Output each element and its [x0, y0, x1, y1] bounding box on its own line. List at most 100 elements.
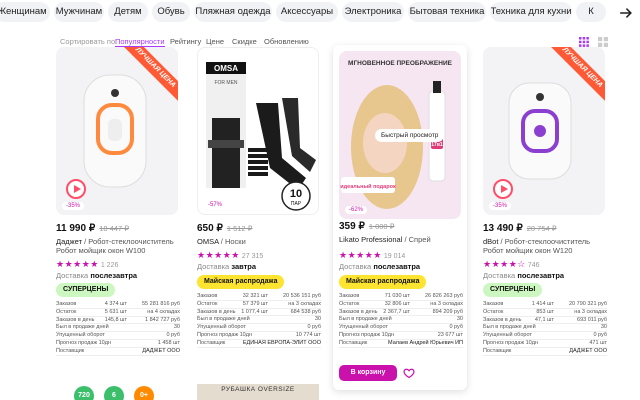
stats-row: Поставщик ЕДИНАЯ ЕВРОПА-ЭЛИТ ООО — [197, 339, 321, 348]
stats-row: Упущенный оборот 0 руб — [197, 324, 321, 332]
stats-row: Поставщик ДАДЖЕТ ООО — [483, 347, 607, 356]
sort-update[interactable]: Обновлению — [264, 37, 309, 46]
price: 359 ₽1 000 ₽ — [339, 221, 395, 232]
video-play-icon[interactable] — [66, 179, 86, 199]
product-image[interactable]: ЛУЧШАЯ ЦЕНА -35% — [483, 47, 605, 215]
stats-row: Упущенный оборот 0 руб — [56, 332, 180, 340]
category-beachwear[interactable]: Пляжная одежда — [194, 2, 272, 22]
stats-row: Заказов в день 2 367,7 шт 894 209 руб — [339, 308, 463, 317]
stats-row: Остаток 57 379 шт на 3 складах — [197, 300, 321, 309]
sort-discount[interactable]: Скидке — [232, 37, 257, 46]
old-price: 20 754 ₽ — [526, 224, 557, 233]
rating-count: 746 — [527, 262, 540, 269]
rating-count: 19 014 — [383, 253, 406, 260]
rating: ★★★★★ 19 014 — [339, 250, 405, 261]
sort-rating[interactable]: Рейтингу — [170, 37, 201, 46]
favorite-heart-icon[interactable] — [401, 365, 417, 381]
brand-logo: OMSA — [214, 64, 238, 73]
count-badge: 720 — [74, 386, 94, 400]
pic-heading: МГНОВЕННОЕ ПРЕОБРАЖЕНИЕ — [348, 60, 453, 67]
discount-badge: -62% — [345, 206, 368, 214]
product-card[interactable]: ЛУЧШАЯ ЦЕНА -35% 13 490 ₽20 754 ₽ dBot /… — [483, 47, 611, 387]
promo-badge: Майская распродажа — [339, 275, 427, 289]
delivery: Доставка послезавтра — [483, 271, 565, 280]
product-title[interactable]: dBot / Робот-стеклоочиститель Робот мойщ… — [483, 237, 609, 255]
stats-table: Заказов 4 374 шт 55 281 816 руб Остаток 5 6… — [56, 301, 180, 356]
category-home-appliances[interactable]: Бытовая техника — [408, 2, 486, 22]
rating-count: 1 226 — [100, 262, 119, 269]
stats-row: Остаток 5 631 шт на 4 складах — [56, 308, 180, 317]
pack-badge-unit: ПАР — [291, 201, 302, 207]
old-price: 1 000 ₽ — [368, 222, 395, 231]
category-men[interactable]: Мужчинам — [54, 2, 104, 22]
stats-row: Поставщик Малаев Андрей Юрьевич ИП — [339, 339, 463, 348]
promo-badge: Майская распродажа — [197, 275, 285, 289]
stats-row: Прогноз продаж 10дн 10 774 шт — [197, 331, 321, 340]
discount-badge: -35% — [489, 202, 512, 210]
sort-price[interactable]: Цене — [206, 37, 224, 46]
price: 650 ₽1 512 ₽ — [197, 223, 253, 234]
stats-row: Был в продаже дней 30 — [483, 324, 607, 333]
delivery: Доставка послезавтра — [56, 271, 138, 280]
product-title[interactable]: Даджет / Робот-стеклоочиститель Робот мо… — [56, 237, 182, 255]
product-image[interactable]: 10 ПАР OMSA FOR MEN -57% — [197, 47, 319, 215]
stats-row: Прогноз продаж 10дн 23 677 шт — [339, 331, 463, 340]
brand: Даджет — [56, 237, 83, 246]
rating-stars: ★★★★☆ — [483, 259, 526, 269]
product-image[interactable]: МГНОВЕННОЕ ПРЕОБРАЖЕНИЕ 17в1 идеальный п… — [339, 51, 461, 219]
promo-badge: СУПЕРЦЕНЫ — [56, 283, 116, 297]
category-shoes[interactable]: Обувь — [152, 2, 190, 22]
product-name: Робот-стеклоочиститель Робот мойщик окон… — [483, 237, 591, 255]
stats-row: Заказов в день 145,8 шт 1 842 727 руб — [56, 316, 180, 325]
stats-row: Заказов 4 374 шт 55 281 816 руб — [56, 301, 180, 309]
pack-badge-number: 10 — [290, 188, 302, 200]
rating: ★★★★★ 1 226 — [56, 259, 118, 270]
category-more[interactable]: К — [576, 2, 606, 22]
quick-view-button[interactable]: Быстрый просмотр — [375, 129, 445, 142]
stats-table: Заказов 71 030 шт 26 826 263 руб Остаток 32… — [339, 293, 463, 348]
stats-row: Заказов 1 414 шт 20 790 321 руб — [483, 301, 607, 309]
brand-tag: FOR MEN — [214, 80, 237, 86]
delivery: Доставка завтра — [197, 262, 257, 271]
category-electronics[interactable]: Электроника — [342, 2, 404, 22]
next-arrow-icon[interactable] — [612, 0, 640, 26]
stats-row: Прогноз продаж 10дн 471 шт — [483, 339, 607, 348]
category-accessories[interactable]: Аксессуары — [276, 2, 338, 22]
old-price: 18 447 ₽ — [99, 224, 129, 233]
category-kids[interactable]: Детям — [108, 2, 148, 22]
product-card[interactable]: 10 ПАР OMSA FOR MEN -57% 650 ₽1 512 ₽ OM… — [197, 47, 325, 387]
video-play-icon[interactable] — [493, 179, 513, 199]
product-image[interactable]: ЛУЧШАЯ ЦЕНА -35% — [56, 47, 178, 215]
sort-popularity[interactable]: Популярности — [115, 37, 165, 47]
category-women[interactable]: Женщинам — [0, 2, 50, 22]
product-card[interactable]: ЛУЧШАЯ ЦЕНА -35% 11 990 ₽18 447 ₽ Даджет… — [56, 47, 184, 387]
stats-row: Заказов 32 321 шт 20 536 151 руб — [197, 293, 321, 301]
stats-row: Был в продаже дней 30 — [197, 316, 321, 325]
add-to-cart-button[interactable]: В корзину — [339, 365, 397, 381]
count-badge: 6 — [104, 386, 124, 400]
old-price: 1 512 ₽ — [226, 224, 253, 233]
product-name: Носки — [224, 237, 246, 246]
promo-badge: СУПЕРЦЕНЫ — [483, 283, 543, 297]
brand: dBot — [483, 237, 499, 246]
product-title[interactable]: Likato Professional / Спрей — [339, 235, 465, 244]
delivery: Доставка послезавтра — [339, 262, 421, 271]
price: 13 490 ₽20 754 ₽ — [483, 223, 557, 234]
rating: ★★★★★ 27 315 — [197, 250, 263, 261]
product-card-hovered[interactable]: МГНОВЕННОЕ ПРЕОБРАЖЕНИЕ 17в1 идеальный п… — [333, 45, 467, 390]
rating-stars: ★★★★★ — [56, 259, 99, 269]
rating: ★★★★☆ 746 — [483, 259, 540, 270]
next-product-banner[interactable]: РУБАШКА OVERSIZE — [197, 384, 319, 400]
stats-row: Был в продаже дней 30 — [339, 316, 463, 325]
large-grid-view-icon[interactable] — [598, 37, 608, 47]
grid-view-icon[interactable] — [579, 37, 589, 47]
count-badge: 0+ — [134, 386, 154, 400]
stats-table: Заказов 1 414 шт 20 790 321 руб Остаток 853… — [483, 301, 607, 356]
stats-row: Остаток 32 806 шт на 3 складах — [339, 300, 463, 309]
category-kitchen-appliances[interactable]: Техника для кухни — [490, 2, 572, 22]
product-title[interactable]: OMSA / Носки — [197, 237, 323, 246]
product-name: Спрей — [408, 235, 431, 244]
stats-row: Заказов в день 47,1 шт 693 011 руб — [483, 316, 607, 325]
brand: Likato Professional — [339, 235, 403, 244]
stats-row: Был в продаже дней 30 — [56, 324, 180, 333]
